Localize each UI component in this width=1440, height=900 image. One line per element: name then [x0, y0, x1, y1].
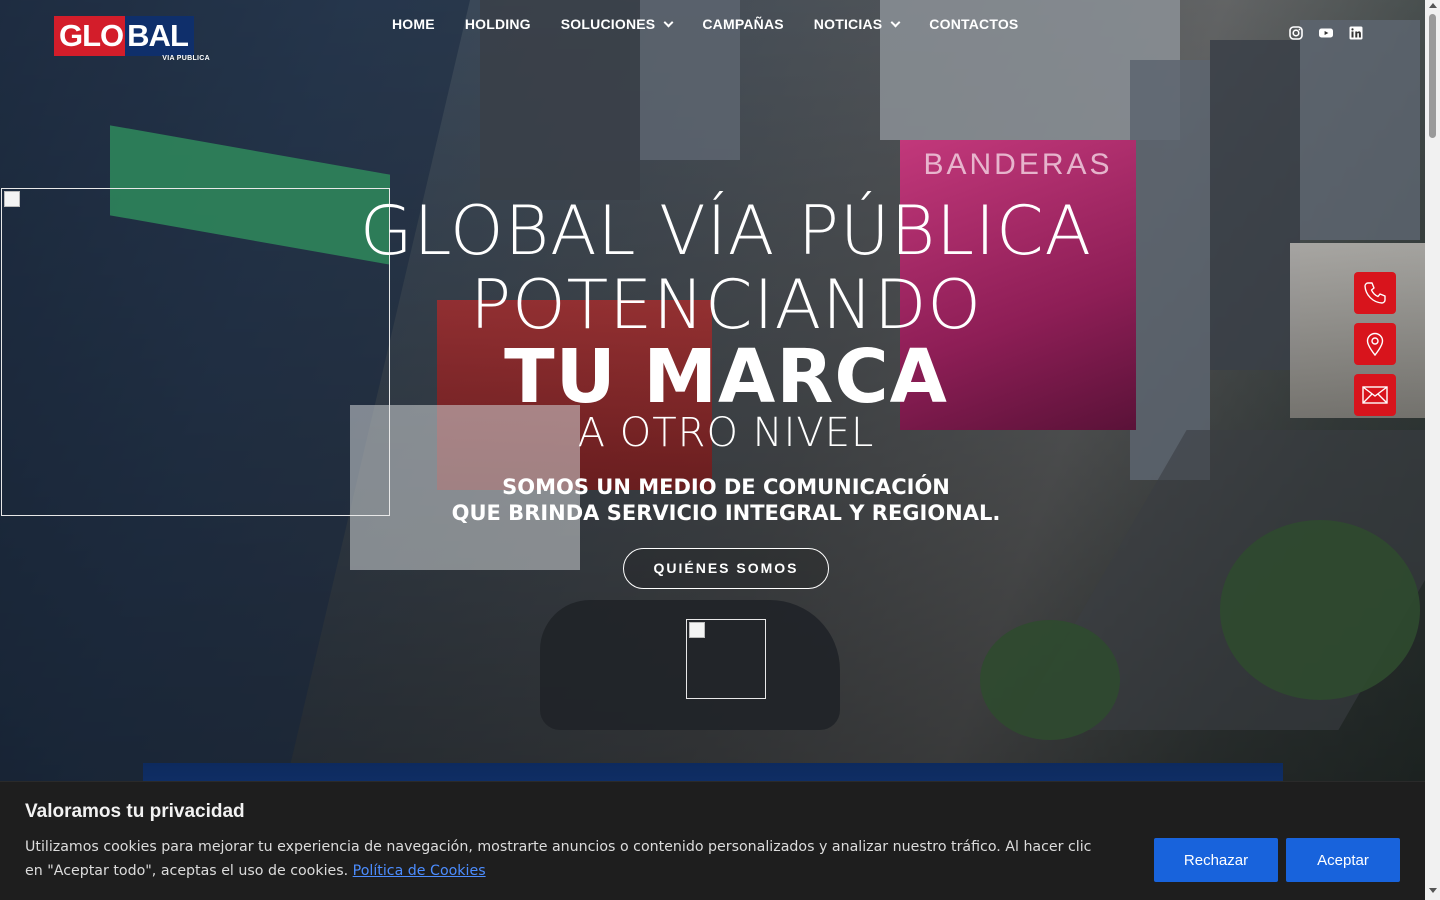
nav-item-campanas[interactable]: CAMPAÑAS	[702, 14, 783, 34]
floating-location-button[interactable]	[1354, 323, 1396, 365]
main-nav: HOME HOLDING SOLUCIONES CAMPAÑAS NOTICIA…	[392, 14, 1048, 34]
nav-item-soluciones[interactable]: SOLUCIONES	[560, 14, 674, 34]
nav-item-label: HOLDING	[464, 16, 531, 32]
nav-item-label: CAMPAÑAS	[702, 16, 784, 32]
scroll-down-arrow-icon[interactable]	[1429, 888, 1437, 893]
billboard-text: BANDERAS	[923, 148, 1113, 181]
hero-title-line-3: TU MARCA	[504, 334, 948, 420]
hero-subtitle-line-1: SOMOS UN MEDIO DE COMUNICACIÓN	[502, 475, 950, 499]
cookie-title: Valoramos tu privacidad	[25, 801, 245, 822]
nav-item-noticias[interactable]: NOTICIAS	[813, 14, 901, 34]
youtube-icon[interactable]	[1319, 26, 1333, 40]
scroll-up-arrow-icon[interactable]	[1429, 3, 1437, 8]
logo-subtitle: VIA PUBLICA	[162, 55, 210, 62]
logo[interactable]: GLO BAL VIA PUBLICA	[54, 16, 216, 64]
scroll-thumb[interactable]	[1429, 14, 1436, 138]
chevron-down-icon	[890, 17, 901, 27]
nav-item-holding[interactable]: HOLDING	[465, 14, 531, 34]
nav-item-label: CONTACTOS	[929, 16, 1019, 32]
nav-item-contactos[interactable]: CONTACTOS	[929, 14, 1018, 34]
hero-title-line-4: A OTRO NIVEL	[577, 410, 875, 456]
broken-image-center	[686, 619, 766, 699]
broken-image-icon	[689, 622, 705, 638]
logo-text-bal: BAL	[125, 16, 194, 56]
instagram-icon[interactable]	[1289, 26, 1303, 40]
linkedin-icon[interactable]	[1349, 26, 1363, 40]
cookie-policy-link[interactable]: Política de Cookies	[353, 863, 486, 879]
reject-cookies-button[interactable]: Rechazar	[1154, 838, 1278, 882]
cookie-text: Utilizamos cookies para mejorar tu exper…	[25, 839, 1092, 879]
nav-item-home[interactable]: HOME	[392, 14, 435, 34]
cookie-banner: Valoramos tu privacidad Utilizamos cooki…	[0, 781, 1425, 900]
social-links	[1289, 26, 1363, 40]
hero-title-line-1: GLOBAL VÍA PÚBLICA	[359, 192, 1093, 271]
map-pin-icon	[1366, 332, 1384, 357]
nav-item-label: HOME	[392, 16, 435, 32]
quienes-somos-button[interactable]: QUIÉNES SOMOS	[623, 548, 829, 589]
chevron-down-icon	[663, 17, 674, 27]
accept-cookies-button[interactable]: Aceptar	[1286, 838, 1400, 882]
site-header: GLO BAL VIA PUBLICA HOME HOLDING SOLUCIO…	[0, 0, 1425, 66]
cookie-description: Utilizamos cookies para mejorar tu exper…	[25, 835, 1105, 883]
scrollbar[interactable]	[1425, 0, 1440, 900]
phone-icon	[1364, 282, 1386, 304]
mail-icon	[1362, 386, 1388, 404]
nav-item-label: SOLUCIONES	[560, 16, 656, 32]
logo-text-glo: GLO	[54, 16, 126, 56]
floating-mail-button[interactable]	[1354, 374, 1396, 416]
floating-phone-button[interactable]	[1354, 272, 1396, 314]
hero-subtitle-line-2: QUE BRINDA SERVICIO INTEGRAL Y REGIONAL.	[451, 501, 1001, 525]
nav-item-label: NOTICIAS	[813, 16, 883, 32]
